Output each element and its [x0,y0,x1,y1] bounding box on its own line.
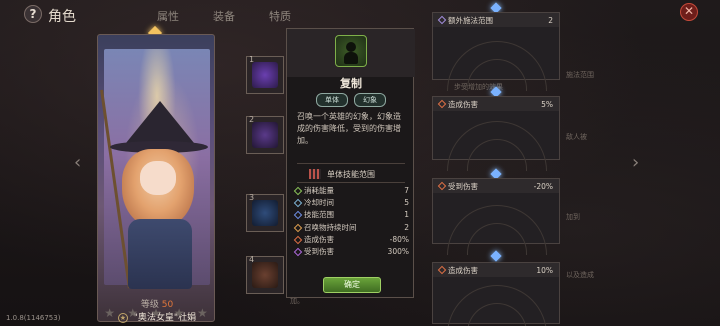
bonus-header: 额外施法范围 2 [433,13,559,27]
stat-value: 5 [404,198,409,208]
robe [128,219,192,289]
cooldown-icon [293,199,303,208]
stat-row: 冷却时间 5 [293,197,409,209]
bonus-panel-1[interactable]: 额外施法范围 2 [432,12,560,91]
bonus-header: 造成伤害 10% [433,263,559,277]
bonus-value: 10% [536,265,553,275]
star-rating: ★ ★ ★ ★ ★ [98,306,214,320]
tab-attributes[interactable]: 属性 [140,8,196,24]
close-button[interactable]: ✕ [680,3,698,21]
skill-description: 召唤一个英雄的幻象，幻象造成的伤害降低，受到的伤害增加。 [297,112,401,145]
skill-tag: 单体 [316,93,348,107]
prev-character-arrow-icon[interactable]: ‹ [74,152,92,176]
shadow-skill-icon [252,200,278,226]
stat-value: -80% [389,234,409,244]
stat-label: 技能范围 [304,210,334,220]
tab-bar: 属性 装备 特质 [140,8,308,24]
skill-detail-popup: 复制 单体 幻象 召唤一个英雄的幻象，幻象造成的伤害降低，受到的伤害增加。 单体… [286,28,415,298]
stat-row: 消耗能量 7 [293,185,409,197]
diamond-icon [437,265,447,275]
stat-label: 造成伤害 [304,234,334,244]
diamond-icon [437,15,447,25]
skill-title: 复制 [340,77,362,90]
bonus-panel-2[interactable]: 造成伤害 5% [432,96,560,171]
stat-row: 造成伤害 -80% [293,234,409,246]
bonus-label: 额外施法范围 [448,15,493,25]
stat-value: 2 [404,222,409,232]
star-icon: ★ [150,306,162,320]
lightning-skill-icon [252,62,278,88]
next-character-arrow-icon[interactable]: › [632,152,650,176]
person-body [344,52,358,64]
diamond-icon [437,181,447,191]
tab-traits[interactable]: 特质 [252,8,308,24]
bonus-panel-3[interactable]: 受到伤害 -20% [432,178,560,255]
confirm-button[interactable]: 确定 [323,277,381,293]
stat-label: 受到伤害 [304,246,334,256]
star-icon: ★ [104,306,115,320]
ghost-text: 敌人被 [566,133,587,141]
page-title: 角色 [48,9,76,25]
ghost-text: 加到 [566,213,580,221]
range-title: 单体技能范围 [327,170,375,179]
divider [297,163,405,164]
bonus-label: 受到伤害 [448,181,478,191]
bonus-value: 2 [548,15,553,25]
vortex-skill-icon [252,122,278,148]
stat-row: 召唤物持续时间 2 [293,222,409,234]
star-icon: ★ [196,306,208,320]
skill-slot-3[interactable]: 3 [246,193,284,232]
divider [297,182,405,183]
clone-skill-icon [252,262,278,288]
stat-label: 消耗能量 [304,186,334,195]
skill-stats: 消耗能量 7 冷却时间 5 技能范围 1 召唤物持续时间 2 造成伤害 -80%… [293,185,409,258]
skill-slot-2[interactable]: 2 [246,115,284,154]
witch-hat-icon [126,101,194,143]
star-icon: ★ [127,306,139,320]
face [140,161,176,195]
top-bar: ? 角色 属性 装备 特质 ✕ [0,0,720,28]
bonus-header: 受到伤害 -20% [433,179,559,193]
stat-value: 1 [404,210,409,220]
ghost-text: 施法范围 [566,71,594,79]
energy-icon [293,186,303,196]
star-icon: ★ [173,306,185,320]
bonus-value: 5% [541,99,553,109]
bonus-label: 造成伤害 [448,99,478,109]
range-icon [293,211,303,220]
version-label: 1.0.8(1146753) [6,314,61,322]
ghost-text: 以及造成 [566,271,594,279]
skill-slot-1[interactable]: 1 [246,55,284,94]
bonus-value: -20% [533,181,553,191]
diamond-icon [437,99,447,109]
person-head [346,42,356,52]
stat-label: 冷却时间 [304,198,334,208]
stat-label: 召唤物持续时间 [304,222,357,232]
skill-tags: 单体 幻象 [287,93,415,107]
character-card[interactable]: 等级 50 ★ "奥法女皇"杜娟 [97,34,215,323]
damage-taken-icon [293,247,303,257]
skill-slot-4[interactable]: 4 [246,255,284,294]
tab-equipment[interactable]: 装备 [196,8,252,24]
bonus-label: 造成伤害 [448,265,478,275]
clone-skill-icon [335,35,367,67]
stat-row: 受到伤害 300% [293,246,409,258]
skill-tag: 幻象 [354,93,386,107]
bonus-panel-4[interactable]: 造成伤害 10% [432,262,560,326]
stat-row: 技能范围 1 [293,209,409,221]
bonus-header: 造成伤害 5% [433,97,559,111]
duration-icon [293,223,303,232]
help-icon[interactable]: ? [24,5,42,23]
damage-dealt-icon [293,235,303,245]
stat-value: 300% [387,246,409,256]
stat-value: 7 [404,186,409,195]
character-portrait [100,49,210,289]
